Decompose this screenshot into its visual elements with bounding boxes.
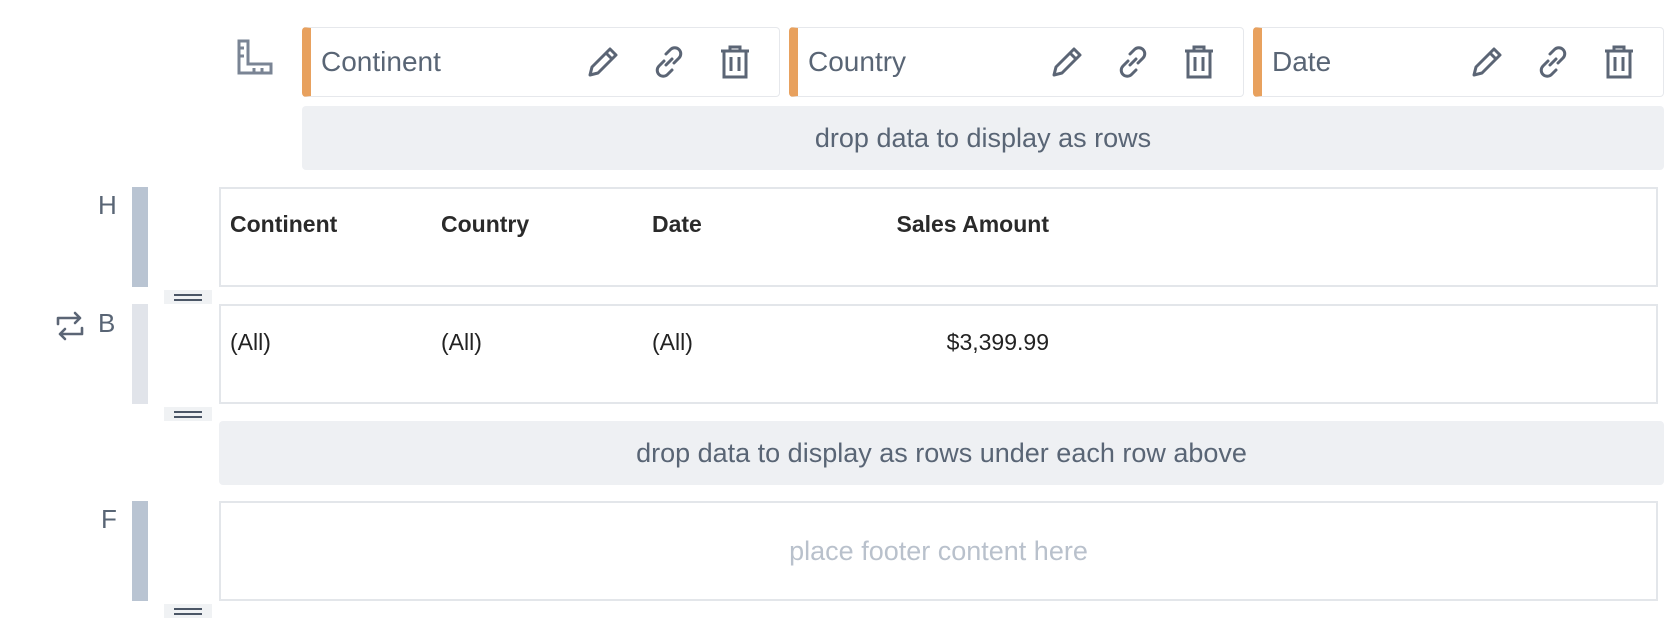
footer-band-resize-handle[interactable] [164, 604, 212, 618]
header-band-selector[interactable] [132, 187, 148, 287]
sub-rows-dropzone-label: drop data to display as rows under each … [636, 437, 1247, 468]
body-band-label: B [98, 308, 116, 338]
body-band-selector[interactable] [132, 304, 148, 404]
footer-band-label: F [101, 504, 117, 534]
body-cell-sales-amount[interactable]: $3,399.99 [947, 329, 1049, 356]
column-token-country[interactable]: Country [789, 27, 1244, 97]
body-cell-country[interactable]: (All) [441, 329, 482, 356]
header-cell-date[interactable]: Date [652, 211, 702, 238]
column-token-label: Date [1272, 46, 1332, 77]
header-cell-country[interactable]: Country [441, 211, 529, 238]
body-cell-date[interactable]: (All) [652, 329, 693, 356]
body-band-resize-handle[interactable] [164, 407, 212, 421]
trash-icon[interactable] [1597, 40, 1641, 84]
header-cell-sales-amount[interactable]: Sales Amount [896, 211, 1049, 238]
ruler-icon[interactable] [236, 38, 274, 76]
pencil-icon[interactable] [1465, 40, 1509, 84]
pencil-icon[interactable] [581, 40, 625, 84]
footer-band-selector[interactable] [132, 501, 148, 601]
footer-placeholder: place footer content here [789, 535, 1088, 566]
footer-band[interactable]: place footer content here [219, 501, 1658, 601]
trash-icon[interactable] [713, 40, 757, 84]
column-token-label: Country [808, 46, 907, 77]
column-token-continent[interactable]: Continent [302, 27, 780, 97]
trash-icon[interactable] [1177, 40, 1221, 84]
repeat-icon[interactable] [54, 310, 86, 342]
link-icon[interactable] [647, 40, 691, 84]
header-cell-continent[interactable]: Continent [230, 211, 337, 238]
column-token-date[interactable]: Date [1253, 27, 1664, 97]
column-token-label: Continent [321, 46, 441, 77]
sub-rows-dropzone[interactable]: drop data to display as rows under each … [219, 421, 1664, 485]
body-cell-continent[interactable]: (All) [230, 329, 271, 356]
body-band[interactable]: (All) (All) (All) $3,399.99 [219, 304, 1658, 404]
header-band-label: H [98, 190, 117, 220]
pencil-icon[interactable] [1045, 40, 1089, 84]
header-band-resize-handle[interactable] [164, 290, 212, 304]
link-icon[interactable] [1111, 40, 1155, 84]
header-band[interactable]: Continent Country Date Sales Amount [219, 187, 1658, 287]
rows-dropzone[interactable]: drop data to display as rows [302, 106, 1664, 170]
link-icon[interactable] [1531, 40, 1575, 84]
rows-dropzone-label: drop data to display as rows [814, 122, 1152, 153]
